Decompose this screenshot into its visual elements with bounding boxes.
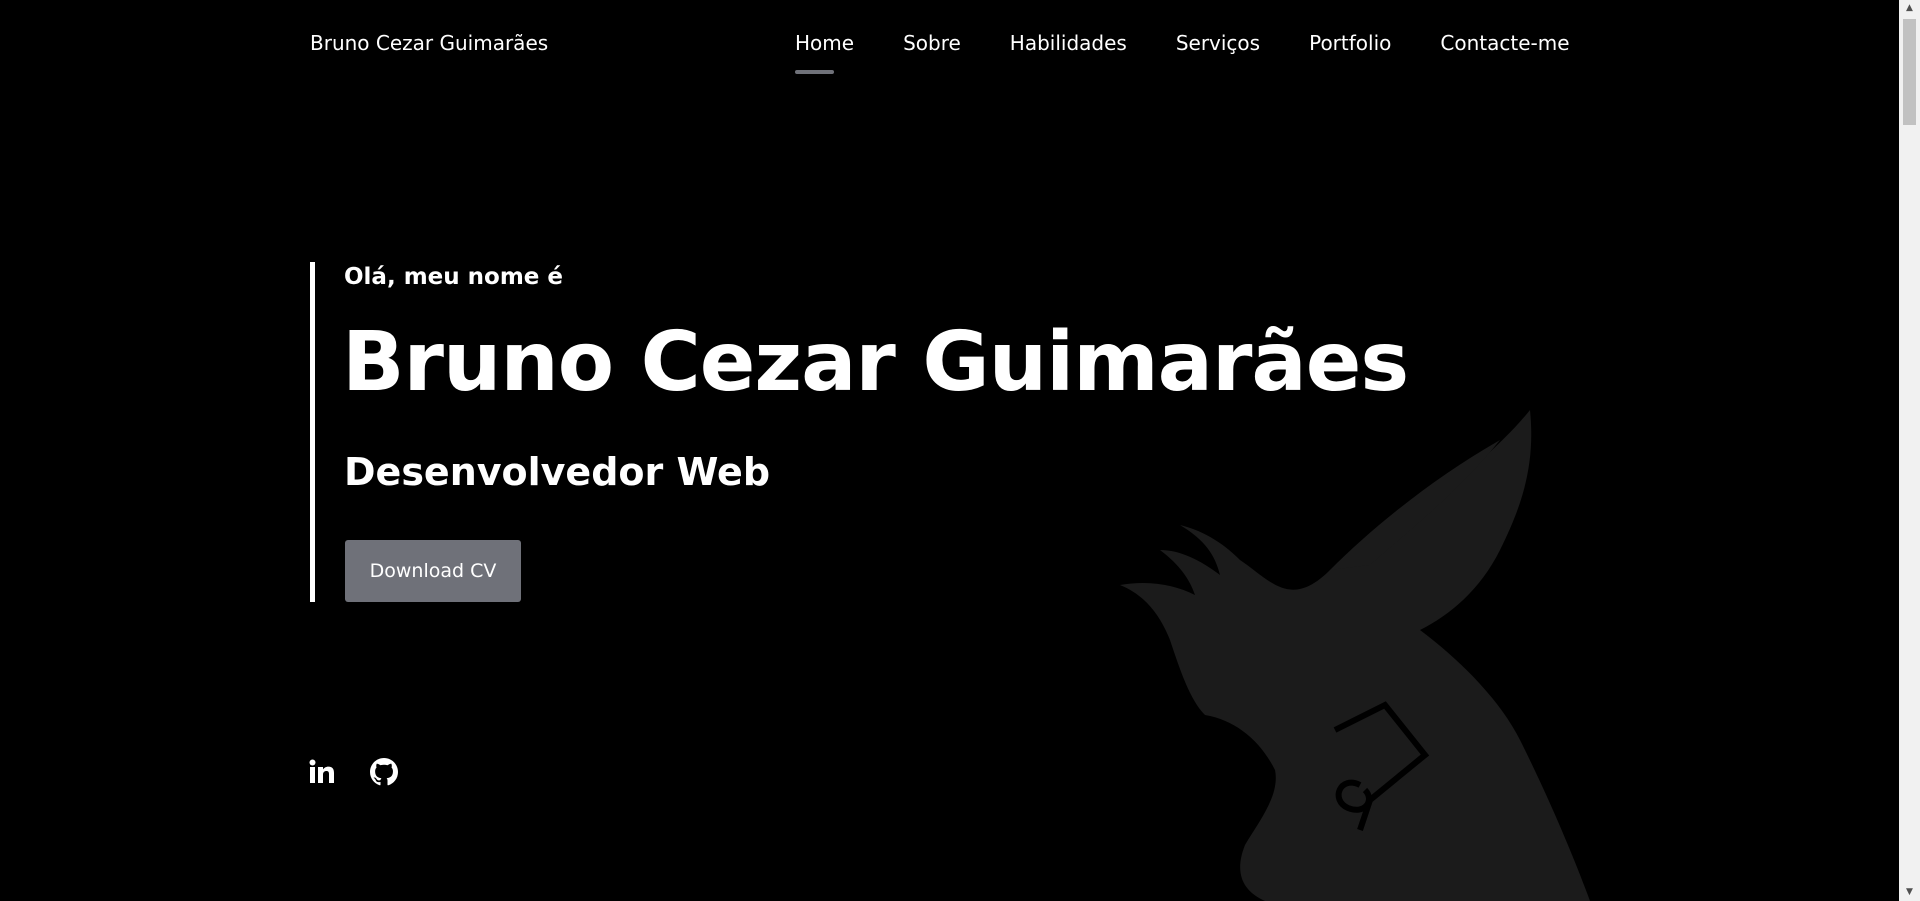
scroll-up-arrow-icon[interactable]: ▲ [1899,0,1920,17]
nav-sobre[interactable]: Sobre [903,31,961,69]
nav-habilidades[interactable]: Habilidades [1010,31,1127,69]
scroll-down-arrow-icon[interactable]: ▼ [1899,884,1920,901]
github-icon[interactable] [370,758,398,786]
nav-home[interactable]: Home [795,31,854,74]
page-scrollbar[interactable]: ▲ ▼ [1899,0,1920,901]
brand-logo-text[interactable]: Bruno Cezar Guimarães [310,31,548,55]
scroll-thumb[interactable] [1903,19,1916,125]
linkedin-icon[interactable] [308,758,336,786]
hero-role: Desenvolvedor Web [344,450,771,494]
main-nav: Home Sobre Habilidades Serviços Portfoli… [795,31,1570,74]
nav-contacte-me[interactable]: Contacte-me [1440,31,1569,69]
raven-silhouette-image [1120,410,1590,901]
nav-servicos[interactable]: Serviços [1176,31,1260,69]
hero-accent-bar [310,262,315,602]
download-cv-button[interactable]: Download CV [345,540,521,602]
nav-portfolio[interactable]: Portfolio [1309,31,1391,69]
hero-greeting: Olá, meu nome é [344,264,563,290]
portfolio-page: Bruno Cezar Guimarães Home Sobre Habilid… [0,0,1920,901]
hero-name: Bruno Cezar Guimarães [342,315,1409,410]
